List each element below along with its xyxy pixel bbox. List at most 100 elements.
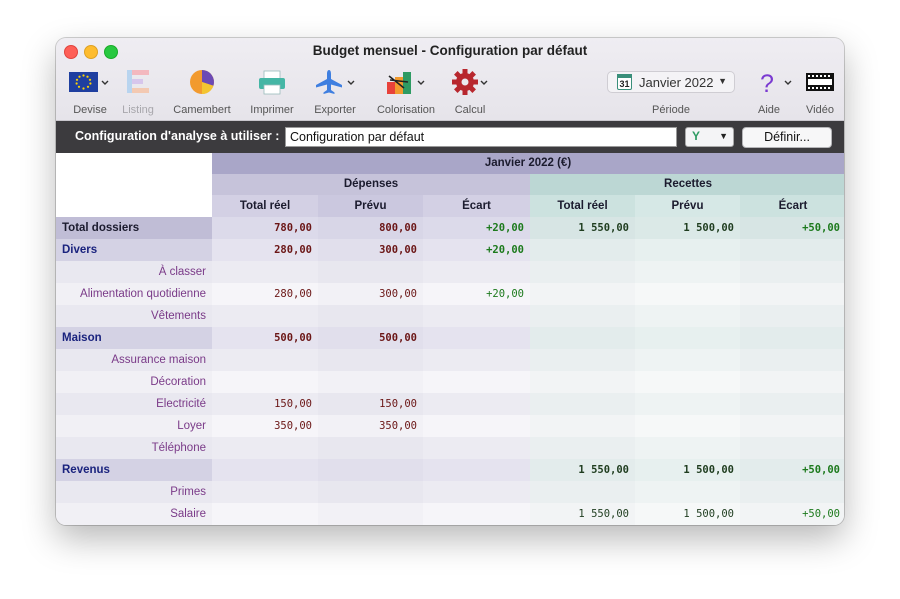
- value-cell: [212, 503, 318, 525]
- value-cell: [212, 349, 318, 371]
- total-row-label[interactable]: Total dossiers: [56, 217, 212, 239]
- calcul-label: Calcul: [454, 104, 486, 116]
- filter-dropdown[interactable]: Y ▼: [685, 127, 734, 147]
- app-window: Budget mensuel - Configuration par défau…: [56, 38, 844, 525]
- value-cell: 300,00: [318, 283, 423, 305]
- value-cell: +20,00: [423, 283, 530, 305]
- value-cell: 1 500,00: [635, 503, 740, 525]
- video-label: Vidéo: [806, 104, 834, 116]
- value-cell: [740, 283, 844, 305]
- category-row-label[interactable]: Vêtements: [56, 305, 212, 327]
- value-cell: [423, 415, 530, 437]
- value-cell: [740, 305, 844, 327]
- config-label: Configuration d'analyse à utiliser :: [75, 129, 280, 143]
- colorisation-button[interactable]: Colorisation: [377, 68, 435, 118]
- title-bar: Budget mensuel - Configuration par défau…: [56, 38, 844, 121]
- value-cell: [423, 371, 530, 393]
- definir-button[interactable]: Définir...: [742, 127, 832, 148]
- value-cell: [740, 393, 844, 415]
- value-cell: +20,00: [423, 239, 530, 261]
- value-cell: [318, 459, 423, 481]
- camembert-button[interactable]: Camembert: [173, 68, 231, 118]
- listing-button[interactable]: Listing: [120, 68, 156, 118]
- value-cell: 350,00: [318, 415, 423, 437]
- value-cell: 300,00: [318, 239, 423, 261]
- column-header[interactable]: Prévu: [318, 195, 423, 217]
- value-cell: [423, 327, 530, 349]
- value-cell: [635, 481, 740, 503]
- config-bar: Configuration d'analyse à utiliser : Con…: [56, 121, 844, 153]
- column-header[interactable]: Total réel: [212, 195, 318, 217]
- category-row-label[interactable]: Loyer: [56, 415, 212, 437]
- printer-icon: [252, 68, 292, 96]
- category-row-label[interactable]: Assurance maison: [56, 349, 212, 371]
- corner-blank: [56, 153, 212, 217]
- value-cell: [740, 239, 844, 261]
- value-cell: [740, 481, 844, 503]
- value-cell: [212, 481, 318, 503]
- value-cell: [318, 371, 423, 393]
- category-row-label[interactable]: Electricité: [56, 393, 212, 415]
- value-cell: 150,00: [318, 393, 423, 415]
- palette-icon: [384, 68, 428, 96]
- imprimer-button[interactable]: Imprimer: [250, 68, 294, 118]
- calcul-button[interactable]: Calcul: [448, 68, 492, 118]
- aide-button[interactable]: ? Aide: [754, 68, 792, 118]
- value-cell: [212, 261, 318, 283]
- value-cell: [740, 261, 844, 283]
- value-cell: [635, 393, 740, 415]
- value-cell: [530, 481, 635, 503]
- group-row-label[interactable]: Revenus: [56, 459, 212, 481]
- value-cell: [212, 459, 318, 481]
- listing-icon: [120, 68, 156, 96]
- value-cell: 280,00: [212, 283, 318, 305]
- value-cell: 1 550,00: [530, 217, 635, 239]
- category-row-label[interactable]: Primes: [56, 481, 212, 503]
- value-cell: [635, 371, 740, 393]
- filter-icon: Y: [692, 129, 701, 143]
- category-row-label[interactable]: Alimentation quotidienne: [56, 283, 212, 305]
- period-header: Janvier 2022 (€): [212, 153, 844, 174]
- column-header[interactable]: Total réel: [530, 195, 635, 217]
- value-cell: [635, 305, 740, 327]
- value-cell: +20,00: [423, 217, 530, 239]
- value-cell: [530, 327, 635, 349]
- svg-text:?: ?: [760, 70, 774, 96]
- category-row-label[interactable]: Salaire: [56, 503, 212, 525]
- exporter-button[interactable]: Exporter: [313, 68, 357, 118]
- value-cell: [318, 481, 423, 503]
- video-button[interactable]: Vidéo: [804, 68, 836, 118]
- category-row-label[interactable]: Téléphone: [56, 437, 212, 459]
- chevron-down-icon: ▼: [719, 131, 728, 141]
- value-cell: [212, 305, 318, 327]
- value-cell: [318, 261, 423, 283]
- value-cell: [530, 437, 635, 459]
- recettes-group-header: Recettes: [530, 174, 844, 195]
- value-cell: 150,00: [212, 393, 318, 415]
- value-cell: [740, 437, 844, 459]
- column-header[interactable]: Prévu: [635, 195, 740, 217]
- film-strip-icon: [804, 68, 836, 96]
- value-cell: [530, 239, 635, 261]
- value-cell: [423, 481, 530, 503]
- value-cell: [530, 371, 635, 393]
- value-cell: 1 500,00: [635, 217, 740, 239]
- depenses-group-header: Dépenses: [212, 174, 530, 195]
- value-cell: [318, 349, 423, 371]
- category-row-label[interactable]: À classer: [56, 261, 212, 283]
- value-cell: [423, 459, 530, 481]
- value-cell: [423, 503, 530, 525]
- value-cell: [740, 327, 844, 349]
- question-mark-icon: ?: [754, 68, 792, 98]
- gear-icon: [448, 68, 492, 96]
- column-header[interactable]: Écart: [740, 195, 844, 217]
- chevron-down-icon: ▼: [718, 76, 727, 86]
- config-name-field[interactable]: Configuration par défaut: [285, 127, 677, 147]
- group-row-label[interactable]: Divers: [56, 239, 212, 261]
- group-row-label[interactable]: Maison: [56, 327, 212, 349]
- category-row-label[interactable]: Décoration: [56, 371, 212, 393]
- column-header[interactable]: Écart: [423, 195, 530, 217]
- value-cell: [423, 437, 530, 459]
- value-cell: [530, 305, 635, 327]
- value-cell: [635, 261, 740, 283]
